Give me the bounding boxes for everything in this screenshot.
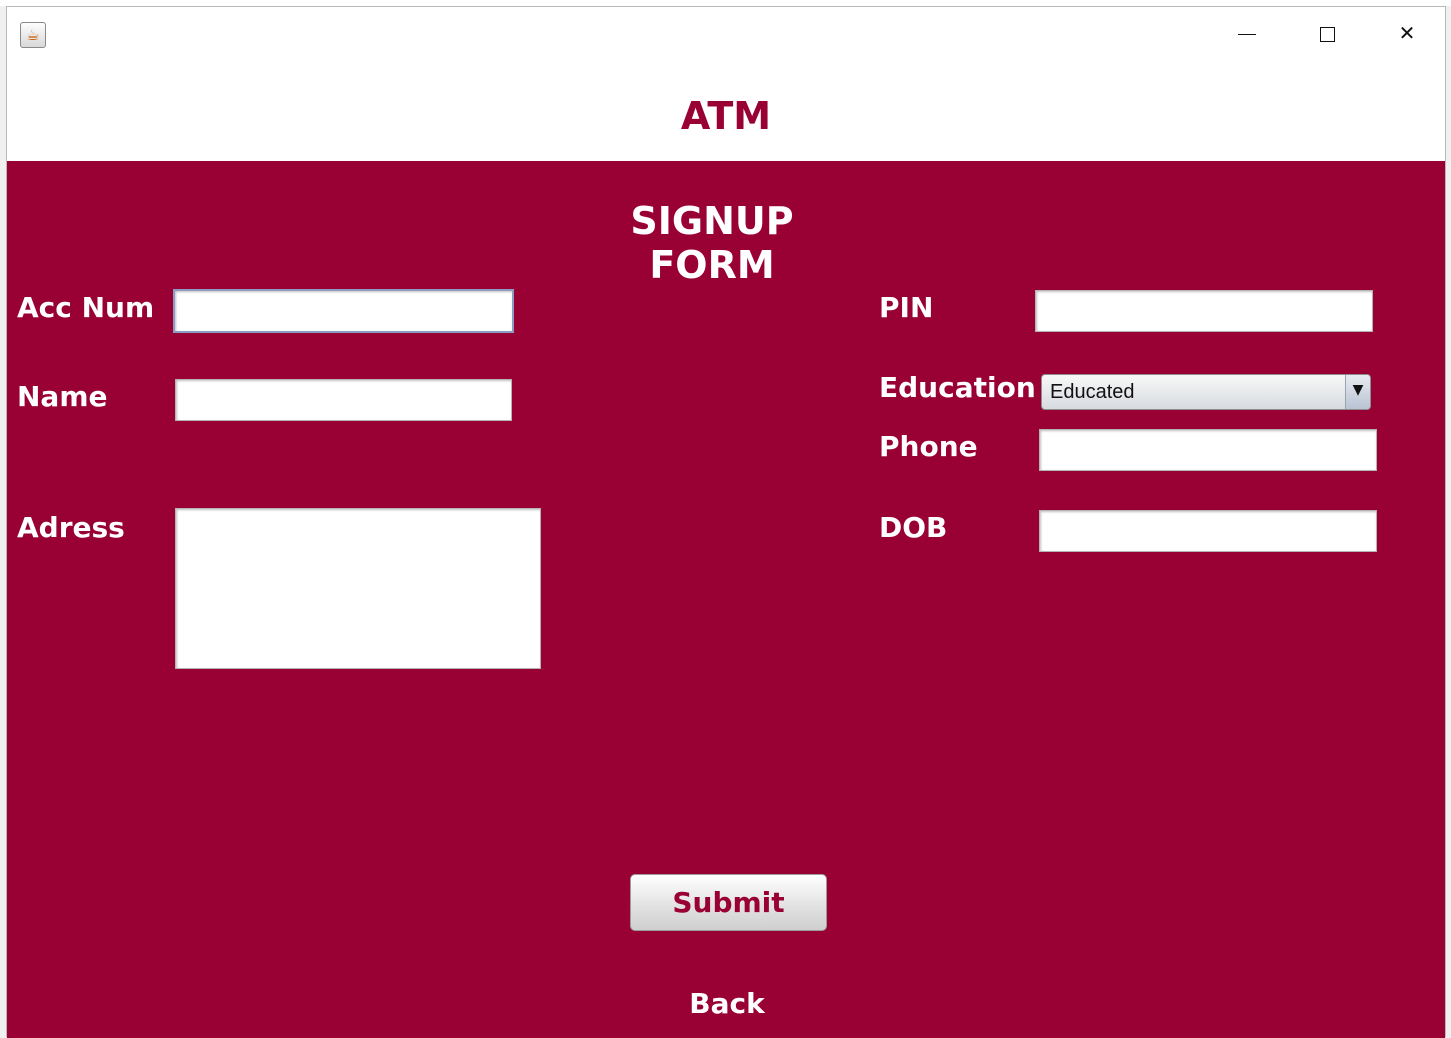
education-label: Education — [879, 371, 1036, 404]
title-bar[interactable]: ☕ ✕ — [7, 7, 1445, 59]
education-select[interactable]: Educated ▼ — [1041, 374, 1371, 410]
phone-input[interactable] — [1039, 429, 1377, 471]
minimize-button[interactable] — [1217, 13, 1277, 53]
dob-input[interactable] — [1039, 510, 1377, 552]
submit-button[interactable]: Submit — [630, 874, 827, 931]
address-label: Adress — [17, 511, 125, 544]
minimize-icon — [1238, 33, 1256, 36]
signup-form-panel: SIGNUP FORM Acc Num Name Adress PIN Educ… — [7, 161, 1445, 1038]
education-selected-value: Educated — [1050, 381, 1135, 403]
back-link[interactable]: Back — [667, 987, 787, 1020]
dob-label: DOB — [879, 511, 948, 544]
acc-num-label: Acc Num — [17, 291, 155, 324]
close-icon: ✕ — [1398, 21, 1416, 45]
app-title: ATM — [680, 94, 772, 138]
java-coffee-icon[interactable]: ☕ — [20, 22, 46, 48]
name-label: Name — [17, 380, 108, 413]
form-title: SIGNUP FORM — [630, 199, 794, 287]
pin-input[interactable] — [1035, 290, 1373, 332]
name-input[interactable] — [175, 379, 512, 421]
phone-label: Phone — [879, 430, 978, 463]
header: ATM — [7, 59, 1445, 161]
acc-num-input[interactable] — [173, 289, 514, 333]
chevron-down-icon[interactable]: ▼ — [1345, 375, 1370, 409]
maximize-button[interactable] — [1297, 13, 1357, 53]
pin-label: PIN — [879, 291, 934, 324]
signup-window: ☕ ✕ ATM SIGNUP FORM Acc Num Name Adress … — [6, 6, 1446, 1038]
address-textarea[interactable] — [175, 508, 541, 669]
close-button[interactable]: ✕ — [1377, 13, 1437, 53]
maximize-icon — [1319, 27, 1335, 42]
